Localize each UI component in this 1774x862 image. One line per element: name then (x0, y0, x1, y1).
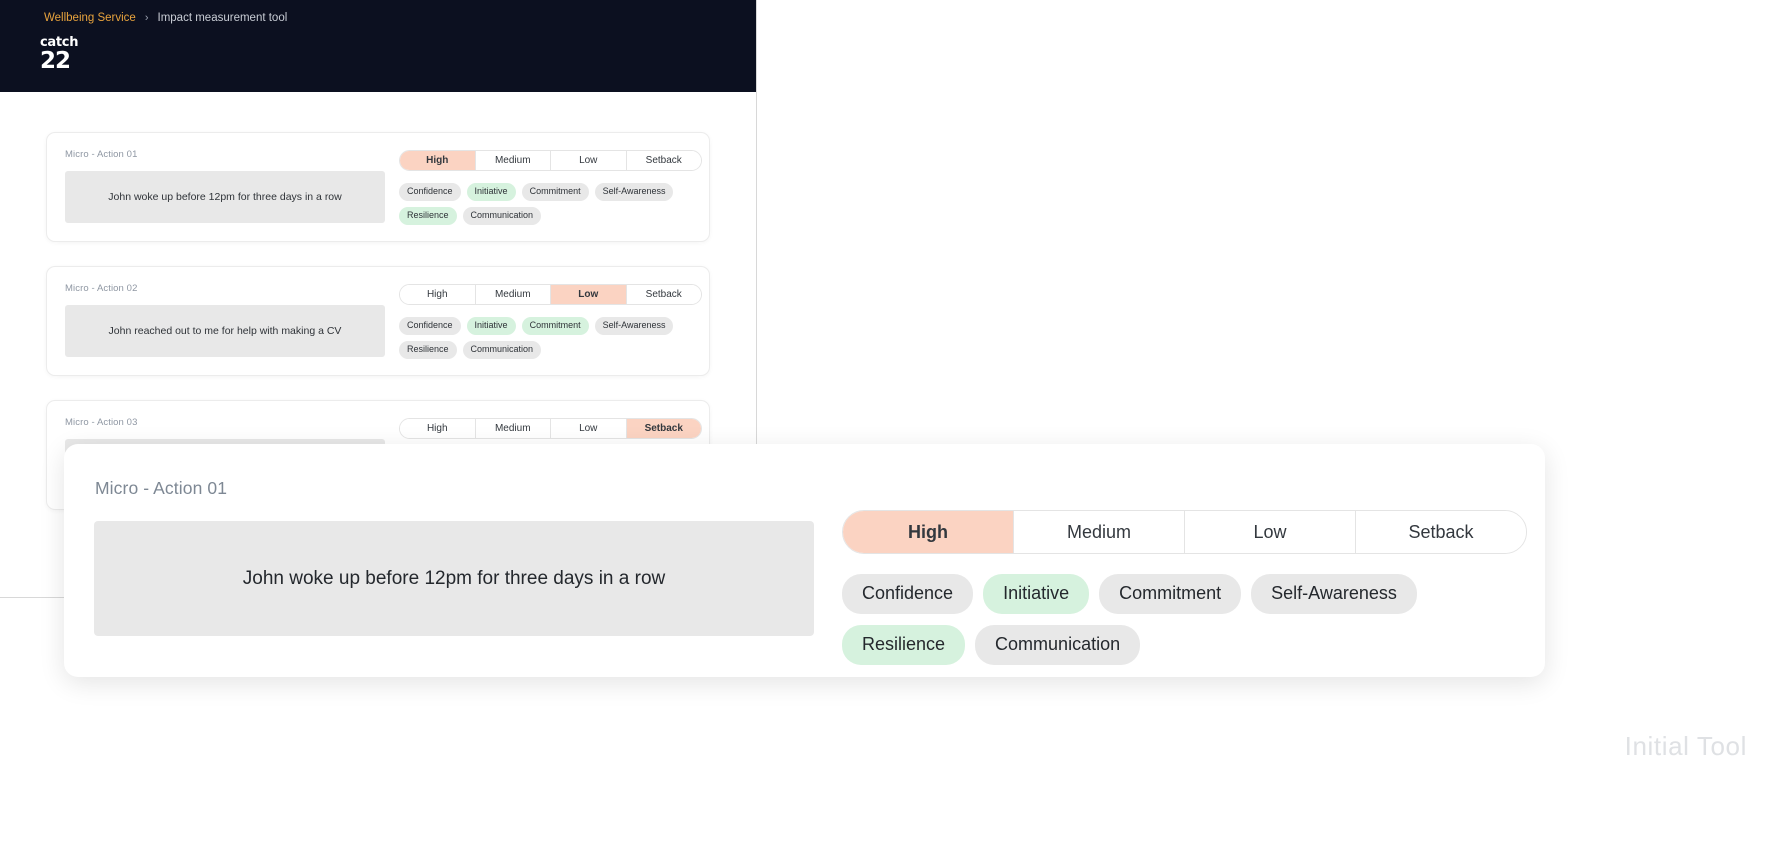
micro-action-card[interactable]: Micro - Action 01 John woke up before 12… (46, 132, 710, 242)
card-left-column: Micro - Action 01 John woke up before 12… (65, 149, 385, 225)
chevron-right-icon: › (144, 12, 149, 24)
card-right-column: High Medium Low Setback Confidence Initi… (399, 149, 704, 225)
card-label: Micro - Action 01 (65, 149, 138, 160)
app-header: Wellbeing Service › Impact measurement t… (0, 0, 756, 92)
rating-option-low[interactable]: Low (551, 151, 627, 170)
overlay-tag-initiative[interactable]: Initiative (983, 574, 1090, 614)
micro-action-detail-overlay[interactable]: Micro - Action 01 John woke up before 12… (64, 444, 1545, 677)
overlay-tag-commitment[interactable]: Commitment (1099, 574, 1242, 614)
overlay-rating-option-setback[interactable]: Setback (1356, 511, 1526, 553)
tag-resilience[interactable]: Resilience (399, 207, 457, 225)
card-label: Micro - Action 02 (65, 283, 138, 294)
tag-initiative[interactable]: Initiative (466, 183, 516, 201)
card-right-column: High Medium Low Setback Confidence Initi… (399, 283, 704, 359)
catch22-logo: catch 22 (40, 36, 78, 74)
rating-option-high[interactable]: High (400, 285, 476, 304)
tag-commitment[interactable]: Commitment (521, 183, 589, 201)
overlay-rating-option-low[interactable]: Low (1185, 511, 1356, 553)
overlay-left-column: Micro - Action 01 John woke up before 12… (94, 478, 814, 647)
tag-resilience[interactable]: Resilience (399, 341, 457, 359)
overlay-tag-communication[interactable]: Communication (975, 625, 1141, 665)
card-label: Micro - Action 03 (65, 417, 138, 428)
overlay-tag-resilience[interactable]: Resilience (842, 625, 966, 665)
rating-option-low[interactable]: Low (551, 419, 627, 438)
breadcrumb-parent-link[interactable]: Wellbeing Service (44, 11, 136, 26)
overlay-tag-group: Confidence Initiative Commitment Self-Aw… (842, 574, 1542, 665)
rating-option-medium[interactable]: Medium (475, 285, 551, 304)
tag-group: Confidence Initiative Commitment Self-Aw… (399, 183, 704, 225)
overlay-right-column: High Medium Low Setback Confidence Initi… (842, 478, 1542, 665)
overlay-tag-self-awareness[interactable]: Self-Awareness (1251, 574, 1417, 614)
card-left-column: Micro - Action 02 John reached out to me… (65, 283, 385, 359)
tag-group: Confidence Initiative Commitment Self-Aw… (399, 317, 704, 359)
tag-initiative[interactable]: Initiative (466, 317, 516, 335)
rating-option-medium[interactable]: Medium (475, 151, 551, 170)
breadcrumb: Wellbeing Service › Impact measurement t… (44, 11, 287, 26)
rating-option-setback[interactable]: Setback (626, 419, 701, 438)
rating-option-medium[interactable]: Medium (475, 419, 551, 438)
rating-segmented-control[interactable]: High Medium Low Setback (399, 284, 702, 305)
overlay-rating-option-high[interactable]: High (843, 511, 1014, 553)
tag-confidence[interactable]: Confidence (399, 317, 461, 335)
overlay-text: John woke up before 12pm for three days … (242, 567, 666, 589)
card-text-box: John reached out to me for help with mak… (65, 305, 385, 357)
tag-self-awareness[interactable]: Self-Awareness (594, 183, 674, 201)
rating-segmented-control[interactable]: High Medium Low Setback (399, 150, 702, 171)
tag-self-awareness[interactable]: Self-Awareness (594, 317, 674, 335)
overlay-label: Micro - Action 01 (95, 478, 228, 498)
card-text: John woke up before 12pm for three days … (108, 191, 342, 203)
rating-option-low[interactable]: Low (551, 285, 627, 304)
tag-communication[interactable]: Communication (462, 341, 542, 359)
tag-communication[interactable]: Communication (462, 207, 542, 225)
rating-option-high[interactable]: High (400, 151, 476, 170)
card-text: John reached out to me for help with mak… (108, 325, 342, 337)
rating-option-high[interactable]: High (400, 419, 476, 438)
overlay-tag-confidence[interactable]: Confidence (842, 574, 974, 614)
rating-option-setback[interactable]: Setback (626, 285, 701, 304)
watermark-label: Initial Tool (1624, 731, 1747, 761)
card-text-box: John woke up before 12pm for three days … (65, 171, 385, 223)
screen-root: Wellbeing Service › Impact measurement t… (0, 0, 1774, 862)
overlay-text-box: John woke up before 12pm for three days … (94, 521, 814, 636)
overlay-rating-option-medium[interactable]: Medium (1014, 511, 1185, 553)
breadcrumb-current: Impact measurement tool (157, 12, 288, 24)
overlay-rating-segmented-control[interactable]: High Medium Low Setback (842, 510, 1527, 554)
tag-commitment[interactable]: Commitment (521, 317, 589, 335)
rating-segmented-control[interactable]: High Medium Low Setback (399, 418, 702, 439)
logo-text-bottom: 22 (40, 48, 71, 74)
micro-action-card[interactable]: Micro - Action 02 John reached out to me… (46, 266, 710, 376)
rating-option-setback[interactable]: Setback (626, 151, 701, 170)
tag-confidence[interactable]: Confidence (399, 183, 461, 201)
